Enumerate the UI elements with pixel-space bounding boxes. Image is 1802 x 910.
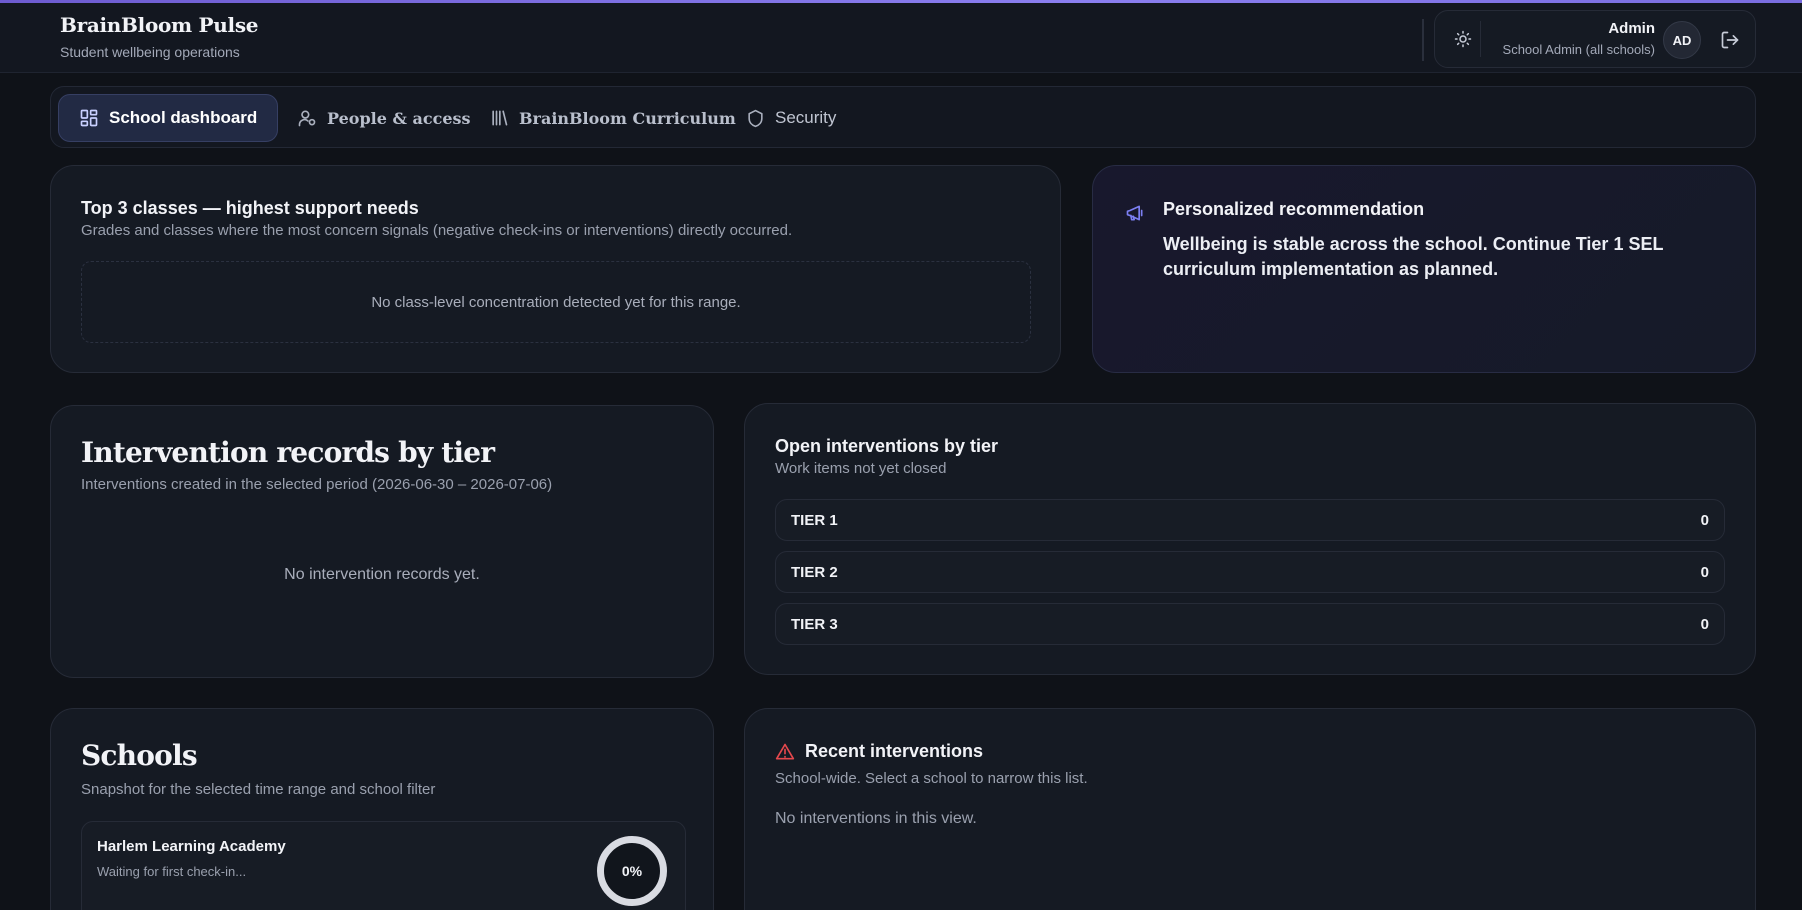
tab-label: Security bbox=[775, 108, 837, 127]
tab-label: BrainBloom Curriculum bbox=[519, 108, 736, 128]
schools-title: Schools bbox=[81, 739, 198, 772]
intervention-records-title: Intervention records by tier bbox=[81, 436, 495, 469]
brand-title: BrainBloom Pulse bbox=[60, 13, 259, 37]
tab-school-dashboard[interactable]: School dashboard bbox=[58, 94, 279, 142]
school-status: Waiting for first check-in... bbox=[97, 864, 247, 879]
recommendation-card: Personalized recommendation Wellbeing is… bbox=[1092, 165, 1756, 373]
top-classes-card: Top 3 classes — highest support needs Gr… bbox=[50, 165, 1061, 373]
alert-triangle-icon bbox=[775, 743, 795, 760]
tab-people-access[interactable]: People & access bbox=[277, 94, 491, 142]
open-interventions-subtitle: Work items not yet closed bbox=[775, 460, 947, 477]
logout-icon bbox=[1721, 31, 1739, 49]
user-name: Admin bbox=[1608, 20, 1655, 37]
school-progress-ring: 0% bbox=[597, 836, 667, 906]
recent-interventions-empty-state: No interventions in this view. bbox=[775, 810, 977, 827]
schools-subtitle: Snapshot for the selected time range and… bbox=[81, 781, 436, 798]
users-icon bbox=[298, 110, 316, 127]
library-icon bbox=[492, 110, 508, 126]
shield-icon bbox=[748, 109, 763, 127]
open-interventions-title: Open interventions by tier bbox=[775, 436, 999, 456]
brand-subtitle: Student wellbeing operations bbox=[60, 44, 240, 60]
tab-security[interactable]: Security bbox=[726, 94, 856, 142]
tab-label: People & access bbox=[327, 108, 471, 128]
recommendation-body: Wellbeing is stable across the school. C… bbox=[1163, 234, 1664, 279]
recommendation-title: Personalized recommendation bbox=[1163, 199, 1425, 219]
open-interventions-card: Open interventions by tier Work items no… bbox=[744, 403, 1756, 675]
intervention-records-subtitle: Interventions created in the selected pe… bbox=[81, 476, 553, 493]
recent-interventions-title: Recent interventions bbox=[805, 741, 984, 761]
tier-count: 0 bbox=[1700, 615, 1709, 633]
top-classes-empty-state: No class-level concentration detected ye… bbox=[81, 261, 1031, 343]
recent-interventions-subtitle: School-wide. Select a school to narrow t… bbox=[775, 770, 1088, 787]
app-header: BrainBloom Pulse Student wellbeing opera… bbox=[0, 3, 1802, 73]
intervention-records-card: Intervention records by tier Interventio… bbox=[50, 405, 714, 678]
theme-toggle-button[interactable] bbox=[1445, 21, 1481, 57]
tier-count: 0 bbox=[1700, 563, 1709, 581]
tier-label: TIER 1 bbox=[791, 511, 838, 529]
megaphone-icon bbox=[1126, 205, 1143, 221]
sun-icon bbox=[1454, 30, 1471, 48]
tier-row-2: TIER 2 0 bbox=[775, 551, 1725, 593]
school-percent: 0% bbox=[621, 863, 643, 879]
main-tabs: School dashboard People & access BrainBl… bbox=[50, 86, 1756, 148]
tier-count: 0 bbox=[1700, 511, 1709, 529]
tab-brainbloom-curriculum[interactable]: BrainBloom Curriculum bbox=[469, 94, 756, 142]
recent-interventions-card: Recent interventions School-wide. Select… bbox=[744, 708, 1756, 910]
logout-button[interactable] bbox=[1713, 23, 1747, 57]
dashboard-grid-icon bbox=[80, 109, 98, 127]
tab-label: School dashboard bbox=[109, 108, 258, 127]
user-role: School Admin (all schools) bbox=[1502, 42, 1655, 57]
intervention-records-empty-state: No intervention records yet. bbox=[284, 566, 480, 583]
top-classes-title: Top 3 classes — highest support needs bbox=[81, 198, 419, 218]
user-panel: Admin School Admin (all schools) AD bbox=[1434, 10, 1756, 68]
tier-label: TIER 2 bbox=[791, 563, 838, 581]
avatar[interactable]: AD bbox=[1663, 21, 1701, 59]
tier-label: TIER 3 bbox=[791, 615, 838, 633]
header-divider bbox=[1422, 19, 1424, 61]
top-classes-subtitle: Grades and classes where the most concer… bbox=[81, 222, 793, 239]
tier-row-3: TIER 3 0 bbox=[775, 603, 1725, 645]
tier-row-1: TIER 1 0 bbox=[775, 499, 1725, 541]
school-name: Harlem Learning Academy bbox=[97, 838, 286, 855]
schools-card: Schools Snapshot for the selected time r… bbox=[50, 708, 714, 910]
school-item[interactable]: Harlem Learning Academy Waiting for firs… bbox=[81, 821, 686, 910]
